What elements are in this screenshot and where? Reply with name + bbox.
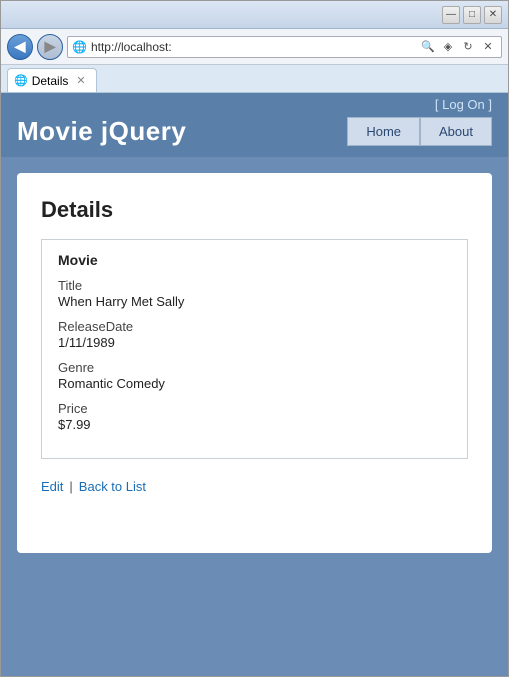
forward-browser-button[interactable]: ▶ xyxy=(37,34,63,60)
app-content: [ Log On ] Movie jQuery Home About Detai… xyxy=(1,93,508,676)
stop-icon[interactable]: ✕ xyxy=(479,38,497,56)
action-links: Edit | Back to List xyxy=(41,479,468,494)
app-header-top: [ Log On ] xyxy=(17,93,492,116)
link-separator: | xyxy=(69,479,72,494)
content-card: Details Movie Title When Harry Met Sally… xyxy=(17,173,492,553)
app-title-row: Movie jQuery Home About xyxy=(17,116,492,157)
title-bar-buttons: — □ ✕ xyxy=(442,6,502,24)
title-field: Title When Harry Met Sally xyxy=(58,278,451,309)
genre-field: Genre Romantic Comedy xyxy=(58,360,451,391)
tab-close-icon[interactable]: ✕ xyxy=(76,74,85,87)
genre-label: Genre xyxy=(58,360,451,375)
address-text[interactable]: http://localhost: xyxy=(91,40,415,54)
back-icon: ◀ xyxy=(15,38,26,55)
home-nav-button[interactable]: Home xyxy=(347,117,420,146)
release-date-field: ReleaseDate 1/11/1989 xyxy=(58,319,451,350)
genre-value: Romantic Comedy xyxy=(58,376,451,391)
title-label: Title xyxy=(58,278,451,293)
address-input-wrap: 🌐 http://localhost: 🔍 ◈ ↻ ✕ xyxy=(67,36,502,58)
back-to-list-link[interactable]: Back to List xyxy=(79,479,146,494)
maximize-button[interactable]: □ xyxy=(463,6,481,24)
about-nav-button[interactable]: About xyxy=(420,117,492,146)
address-actions: 🔍 ◈ ↻ ✕ xyxy=(419,38,497,56)
release-date-label: ReleaseDate xyxy=(58,319,451,334)
nav-buttons: Home About xyxy=(347,117,492,146)
page-heading: Details xyxy=(41,197,468,223)
tab-favicon: 🌐 xyxy=(14,74,28,87)
log-on-link[interactable]: [ Log On ] xyxy=(435,97,492,112)
forward-icon: ▶ xyxy=(45,38,56,55)
price-field: Price $7.99 xyxy=(58,401,451,432)
tab-label: Details xyxy=(32,74,69,88)
browser-tab-details[interactable]: 🌐 Details ✕ xyxy=(7,68,97,92)
title-bar: — □ ✕ xyxy=(1,1,508,29)
pin-icon[interactable]: ◈ xyxy=(439,38,457,56)
release-date-value: 1/11/1989 xyxy=(58,335,451,350)
price-value: $7.99 xyxy=(58,417,451,432)
edit-link[interactable]: Edit xyxy=(41,479,63,494)
title-value: When Harry Met Sally xyxy=(58,294,451,309)
app-title: Movie jQuery xyxy=(17,116,186,147)
price-label: Price xyxy=(58,401,451,416)
minimize-button[interactable]: — xyxy=(442,6,460,24)
browser-window: — □ ✕ ◀ ▶ 🌐 http://localhost: 🔍 ◈ ↻ ✕ 🌐 … xyxy=(0,0,509,677)
address-favicon: 🌐 xyxy=(72,40,87,54)
main-content: Details Movie Title When Harry Met Sally… xyxy=(1,157,508,676)
refresh-icon[interactable]: ↻ xyxy=(459,38,477,56)
details-box: Movie Title When Harry Met Sally Release… xyxy=(41,239,468,459)
search-address-icon[interactable]: 🔍 xyxy=(419,38,437,56)
close-button[interactable]: ✕ xyxy=(484,6,502,24)
tab-bar: 🌐 Details ✕ xyxy=(1,65,508,93)
app-header: [ Log On ] Movie jQuery Home About xyxy=(1,93,508,157)
movie-section-title: Movie xyxy=(58,252,451,268)
address-bar: ◀ ▶ 🌐 http://localhost: 🔍 ◈ ↻ ✕ xyxy=(1,29,508,65)
back-browser-button[interactable]: ◀ xyxy=(7,34,33,60)
